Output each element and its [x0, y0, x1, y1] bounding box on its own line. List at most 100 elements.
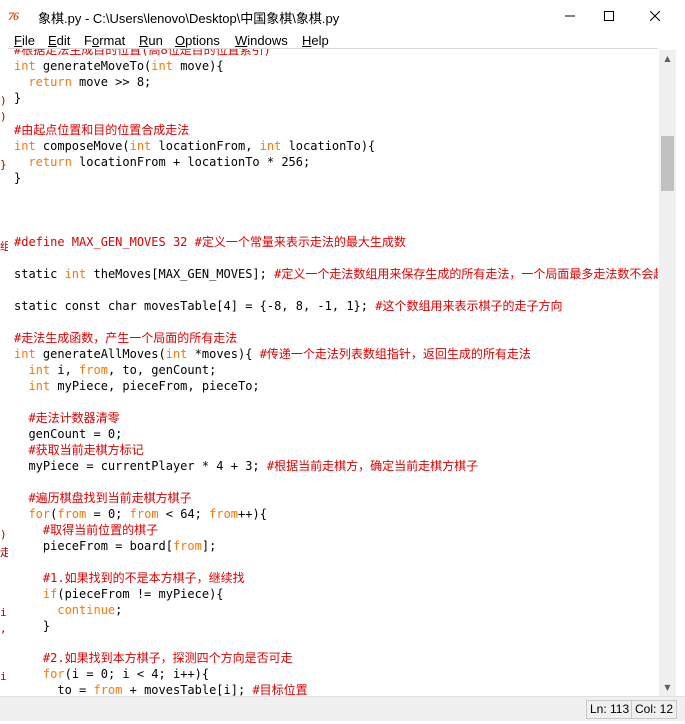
code-line: int myPiece, pieceFrom, pieceTo;: [14, 378, 658, 394]
code-token: composeMove(: [35, 139, 130, 153]
keyword-token: if: [42, 587, 58, 601]
code-line: #2.如果找到本方棋子，探测四个方向是否可走: [14, 650, 658, 666]
menu-format[interactable]: Format: [84, 33, 125, 48]
keyword-token: int: [28, 363, 51, 377]
scroll-up-arrow-icon[interactable]: ▲: [659, 50, 676, 67]
comment-token: #获取当前走棋方标记: [28, 443, 144, 457]
code-line: #走法计数器清零: [14, 410, 658, 426]
code-line: return locationFrom + locationTo * 256;: [14, 154, 658, 170]
code-line: return move >> 8;: [14, 74, 658, 90]
code-token: ;: [115, 603, 123, 617]
keyword-token: int: [64, 267, 87, 281]
maximize-icon: [604, 11, 614, 21]
code-line: }: [14, 170, 658, 186]
keyword-token: int: [151, 59, 173, 73]
code-token: myPiece = currentPlayer * 4 + 3;: [14, 459, 267, 473]
keyword-token: from: [93, 683, 123, 697]
code-line: #由起点位置和目的位置合成走法: [14, 122, 658, 138]
keyword-token: int: [14, 139, 36, 153]
background-text-fragment: ): [0, 528, 7, 541]
code-editor[interactable]: #根据走法生成目的位置(高8位是目的位置索引) int generateMoveT…: [8, 48, 658, 697]
python-idle-icon: 76: [8, 9, 19, 23]
code-token: move >> 8;: [71, 75, 152, 89]
title-bar: 76 象棋.py - C:\Users\lenovo\Desktop\中国象棋\…: [0, 0, 685, 32]
code-line: to = from + movesTable[i]; #目标位置: [14, 682, 658, 697]
column-number-status: Col: 12: [631, 700, 678, 719]
close-button[interactable]: [632, 0, 678, 32]
comment-token: #遍历棋盘找到当前走棋方棋子: [28, 491, 192, 505]
code-token: generateAllMoves(: [35, 347, 166, 361]
code-token: generateMoveTo(: [35, 59, 152, 73]
scroll-thumb[interactable]: [661, 136, 674, 191]
menu-file[interactable]: File: [14, 33, 35, 48]
keyword-token: int: [129, 139, 152, 153]
code-line: for(i = 0; i < 4; i++){: [14, 666, 658, 682]
status-bar: Ln: 113 Col: 12: [0, 696, 685, 721]
menu-run[interactable]: Run: [139, 33, 163, 48]
code-token: *moves){: [187, 347, 260, 361]
comment-token: #取得当前位置的棋子: [42, 523, 159, 537]
menu-options[interactable]: Options: [175, 33, 220, 48]
code-token: (pieceFrom != myPiece){: [57, 587, 224, 601]
code-token: move){: [172, 59, 224, 73]
keyword-token: from: [209, 507, 239, 521]
menu-windows[interactable]: Windows: [235, 33, 288, 48]
keyword-token: from: [79, 363, 108, 377]
code-token: to =: [14, 683, 94, 697]
maximize-button[interactable]: [586, 0, 632, 32]
code-token: static const char movesTable[4] = {-8, 8…: [14, 299, 376, 313]
code-line: #取得当前位置的棋子: [14, 522, 658, 538]
menu-help[interactable]: Help: [302, 33, 329, 48]
comment-token: #传递一个走法列表数组指针，返回生成的所有走法: [259, 347, 531, 361]
code-token: i,: [50, 363, 80, 377]
background-text-fragment: ): [0, 110, 7, 123]
code-token: ];: [201, 539, 217, 553]
keyword-token: for: [28, 507, 51, 521]
code-line: if(pieceFrom != myPiece){: [14, 586, 658, 602]
code-token: + movesTable[i];: [122, 683, 253, 697]
code-line: #根据走法生成目的位置(高8位是目的位置索引): [14, 48, 658, 58]
vertical-scrollbar[interactable]: ▲ ▼: [659, 50, 676, 696]
code-line: int i, from, to, genCount;: [14, 362, 658, 378]
menu-edit[interactable]: Edit: [48, 33, 70, 48]
code-token: }: [14, 619, 51, 633]
code-line: int generateAllMoves(int *moves){ #传递一个走…: [14, 346, 658, 362]
window-title: 象棋.py - C:\Users\lenovo\Desktop\中国象棋\象棋.…: [38, 11, 340, 26]
code-token: (i = 0; i < 4; i++){: [64, 667, 210, 681]
code-token: , to, genCount;: [107, 363, 217, 377]
keyword-token: return: [28, 155, 72, 169]
code-line: int generateMoveTo(int move){: [14, 58, 658, 74]
code-token: myPiece, pieceFrom, pieceTo;: [50, 379, 260, 393]
comment-token: #根据走法生成目的位置(高8位是目的位置索引): [14, 48, 271, 57]
code-line: #走法生成函数，产生一个局面的所有走法: [14, 330, 658, 346]
code-line: int composeMove(int locationFrom, int lo…: [14, 138, 658, 154]
code-text[interactable]: #根据走法生成目的位置(高8位是目的位置索引) int generateMoveT…: [14, 48, 658, 697]
keyword-token: int: [165, 347, 188, 361]
code-line: for(from = 0; from < 64; from++){: [14, 506, 658, 522]
keyword-token: from: [129, 507, 159, 521]
code-token: locationFrom,: [151, 139, 260, 153]
keyword-token: continue: [57, 603, 116, 617]
code-token: }: [14, 91, 22, 105]
comment-token: #根据当前走棋方，确定当前走棋方棋子: [266, 459, 479, 473]
code-line: pieceFrom = board[from];: [14, 538, 658, 554]
scroll-down-arrow-icon[interactable]: ▼: [659, 679, 676, 696]
